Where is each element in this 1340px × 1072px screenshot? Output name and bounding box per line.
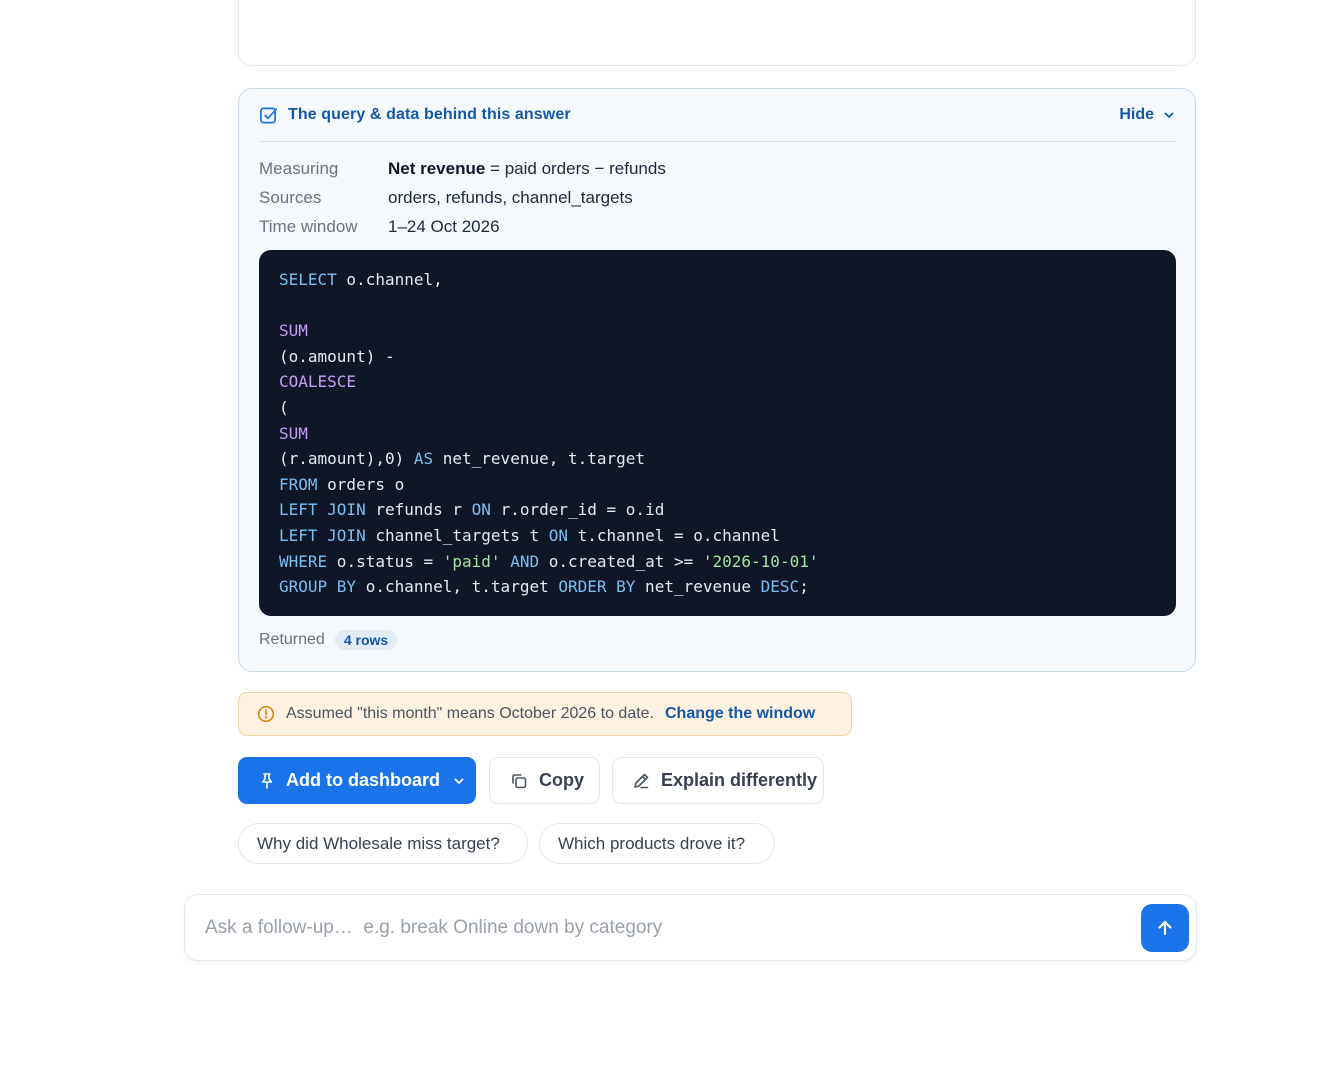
- metric-name: Net revenue: [388, 159, 486, 178]
- meta-label: Time window: [259, 217, 358, 236]
- sql-line: GROUP BY o.channel, t.target ORDER BY ne…: [279, 577, 809, 597]
- copy-icon: [510, 772, 528, 790]
- assumption-text: Assumed "this month" means October 2026 …: [286, 705, 654, 722]
- meta-value: 1–24 Oct 2026: [388, 217, 500, 236]
- row-count-badge: 4 rows: [334, 630, 398, 650]
- follow-up-input[interactable]: [205, 909, 1125, 947]
- hide-trace-button[interactable]: Hide: [1119, 106, 1175, 124]
- warning-circle-icon: [257, 705, 275, 723]
- previous-answer-card: [238, 0, 1196, 66]
- follow-up-composer: [184, 894, 1197, 961]
- meta-label: Sources: [259, 188, 322, 207]
- returned-summary: Returned 4 rows: [259, 630, 398, 650]
- meta-value: orders, refunds, channel_targets: [388, 188, 633, 207]
- sql-line: SUM: [279, 321, 308, 341]
- sql-line: (o.amount) -: [279, 346, 395, 366]
- explain-differently-button[interactable]: Explain differently: [612, 757, 824, 804]
- chevron-down-icon: [1163, 109, 1175, 121]
- explain-differently-label: Explain differently: [661, 770, 818, 790]
- change-window-link[interactable]: Change the window: [665, 705, 815, 723]
- add-to-dashboard-button[interactable]: Add to dashboard: [238, 757, 476, 804]
- send-button[interactable]: [1141, 904, 1189, 952]
- chevron-down-icon: [453, 775, 465, 787]
- pin-icon: [260, 772, 274, 790]
- meta-measuring: Measuring Net revenue = paid orders − re…: [259, 154, 666, 183]
- sql-line: [279, 293, 1156, 319]
- copy-button[interactable]: Copy: [489, 757, 600, 804]
- query-trace-header: The query & data behind this answer Hide: [259, 89, 1175, 142]
- meta-sources: Sources orders, refunds, channel_targets: [259, 183, 666, 212]
- sql-line: COALESCE: [279, 372, 357, 392]
- add-to-dashboard-label: Add to dashboard: [286, 770, 440, 790]
- pencil-icon: [632, 772, 650, 790]
- suggestion-chip[interactable]: Which products drove it?: [539, 823, 775, 864]
- meta-time-window: Time window 1–24 Oct 2026: [259, 212, 666, 241]
- sql-line: SUM: [279, 423, 308, 443]
- checkbox-icon: [259, 106, 278, 125]
- sql-line: (r.amount),0) AS net_revenue, t.target: [279, 449, 646, 469]
- arrow-up-icon: [1155, 918, 1175, 938]
- returned-label: Returned: [259, 631, 325, 648]
- query-trace-panel: The query & data behind this answer Hide…: [238, 88, 1196, 672]
- sql-line: WHERE o.status = 'paid' AND o.created_at…: [279, 551, 819, 571]
- sql-code-block: SELECT o.channel, SUM (o.amount) - COALESC…: [259, 250, 1176, 616]
- metric-formula: = paid orders − refunds: [485, 159, 666, 178]
- query-trace-title: The query & data behind this answer: [288, 106, 571, 123]
- assumption-banner: Assumed "this month" means October 2026 …: [238, 692, 852, 736]
- sql-line: LEFT JOIN channel_targets t ON t.channel…: [279, 525, 780, 545]
- suggestion-label: Why did Wholesale miss target?: [257, 833, 500, 853]
- meta-label: Measuring: [259, 159, 339, 178]
- meta-value: Net revenue = paid orders − refunds: [388, 154, 666, 183]
- sql-line: FROM orders o: [279, 474, 405, 494]
- suggestion-label: Which products drove it?: [558, 833, 746, 853]
- sql-line: SELECT o.channel,: [279, 270, 443, 289]
- hide-label: Hide: [1119, 106, 1154, 123]
- query-meta: Measuring Net revenue = paid orders − re…: [259, 154, 666, 241]
- sql-line: LEFT JOIN refunds r ON r.order_id = o.id: [279, 500, 665, 520]
- copy-label: Copy: [539, 770, 584, 790]
- sql-line: (: [279, 397, 289, 417]
- suggestion-chip[interactable]: Why did Wholesale miss target?: [238, 823, 528, 864]
